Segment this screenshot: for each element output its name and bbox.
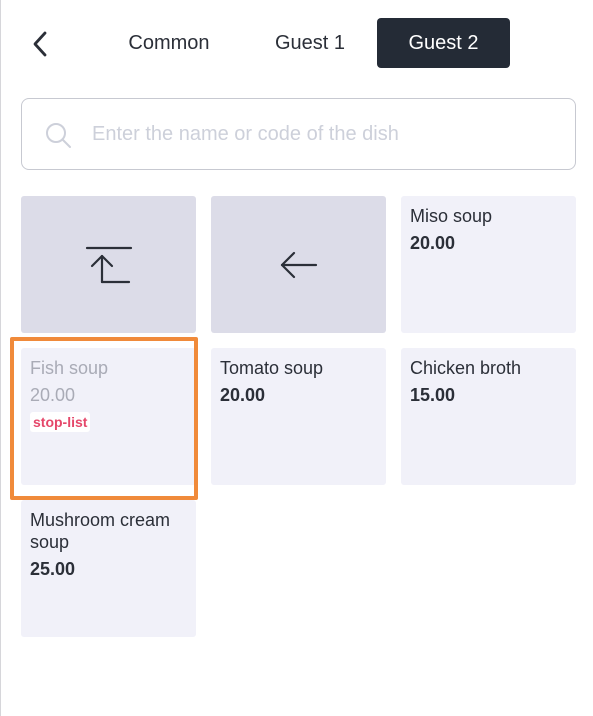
dish-tile-tomato-soup[interactable]: Tomato soup 20.00 xyxy=(211,348,386,485)
chevron-left-icon xyxy=(33,31,47,57)
tab-guest-1[interactable]: Guest 1 xyxy=(257,18,363,68)
dish-price: 15.00 xyxy=(410,385,456,405)
dish-tile-miso-soup[interactable]: Miso soup 20.00 xyxy=(401,196,576,333)
dish-name: Mushroom cream soup xyxy=(30,510,171,552)
arrow-left-icon xyxy=(280,251,317,278)
dish-price: 25.00 xyxy=(30,559,76,579)
dish-price: 20.00 xyxy=(30,385,76,405)
dish-tile-fish-soup[interactable]: Fish soup 20.00 stop-list xyxy=(21,348,196,485)
search-input[interactable] xyxy=(92,113,562,155)
app-frame: Common Guest 1 Guest 2 Miso soup 20.00 F… xyxy=(0,0,593,716)
dish-name: Fish soup xyxy=(30,358,109,378)
search-box xyxy=(21,98,576,170)
dish-name: Chicken broth xyxy=(410,358,522,378)
back-category-button[interactable] xyxy=(211,196,386,333)
stop-list-badge: stop-list xyxy=(30,412,91,432)
search-icon xyxy=(46,123,71,148)
dish-price: 20.00 xyxy=(410,233,456,253)
dish-tile-mushroom-cream-soup[interactable]: Mushroom cream soup 25.00 xyxy=(21,500,196,637)
tab-guest-2[interactable]: Guest 2 xyxy=(377,18,510,68)
dish-price: 20.00 xyxy=(220,385,266,405)
dish-name: Tomato soup xyxy=(220,358,324,378)
dish-name: Miso soup xyxy=(410,206,493,226)
move-to-top-button[interactable] xyxy=(21,196,196,333)
dish-tile-chicken-broth[interactable]: Chicken broth 15.00 xyxy=(401,348,576,485)
back-button[interactable] xyxy=(25,26,55,62)
move-to-top-icon xyxy=(85,246,132,283)
tab-common[interactable]: Common xyxy=(109,18,229,68)
